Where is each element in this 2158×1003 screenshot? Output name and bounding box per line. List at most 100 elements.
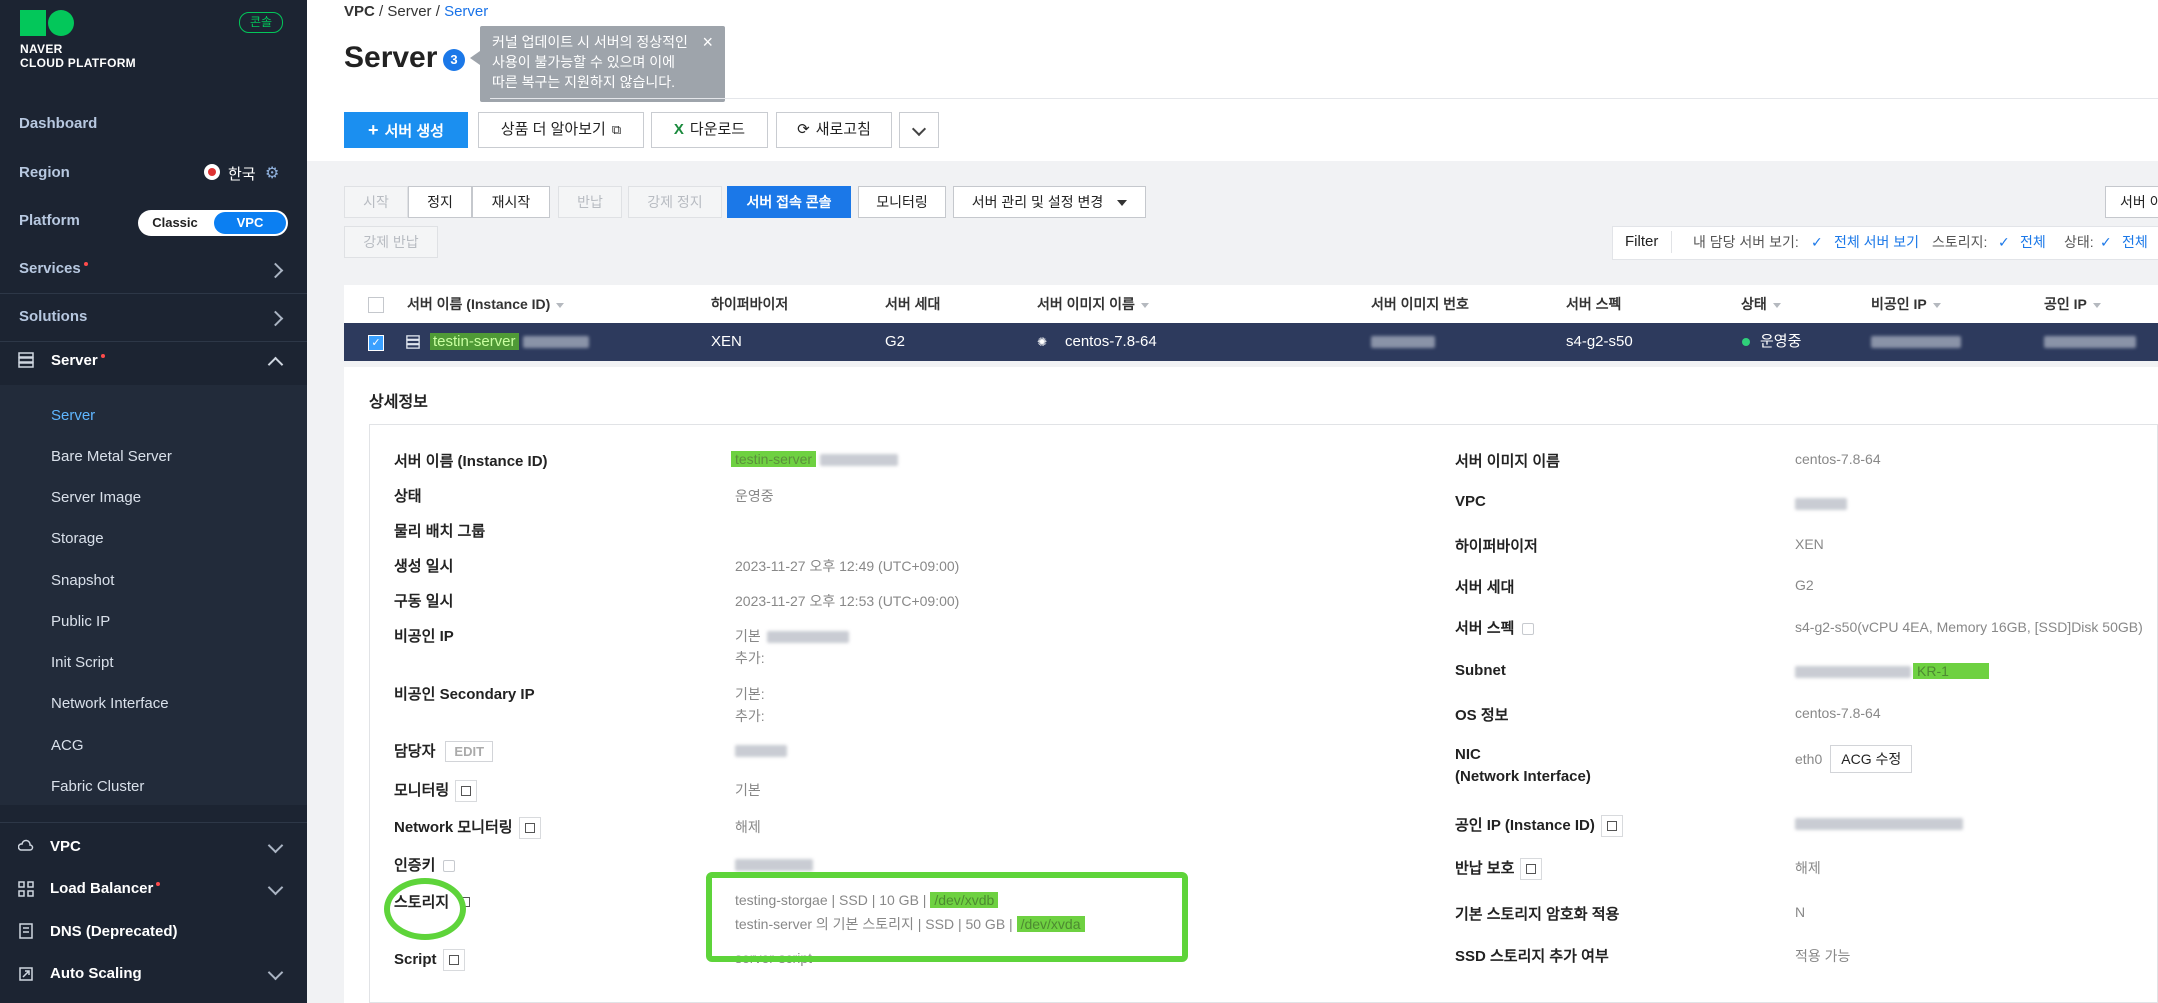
column-header-hypervisor: 하이퍼바이저 (711, 296, 789, 312)
detail-label-auth-key: 인증키 (394, 854, 456, 875)
platform-option-vpc[interactable]: VPC (214, 212, 286, 234)
all-servers-filter[interactable]: 전체 서버 보기 (1834, 227, 1919, 257)
chevron-down-icon[interactable] (267, 879, 284, 896)
new-dot-icon (156, 882, 161, 886)
platform-option-classic[interactable]: Classic (138, 210, 212, 236)
column-header-public-ip[interactable]: 공인 IP (2044, 285, 2101, 323)
detail-spec: s4-g2-s50(vCPU 4EA, Memory 16GB, [SSD]Di… (1795, 619, 2143, 635)
more-dropdown-button[interactable] (899, 112, 939, 148)
server-icon (18, 352, 34, 368)
row-checkbox[interactable]: ✓ (368, 335, 384, 351)
column-header-name[interactable]: 서버 이름 (Instance ID) (407, 285, 565, 323)
column-header-public-ip-label: 공인 IP (2044, 296, 2087, 312)
chevron-down-icon[interactable] (267, 837, 284, 854)
subnet-zone[interactable]: KR-1 (1913, 663, 1989, 679)
breadcrumb-vpc[interactable]: VPC (344, 3, 375, 20)
copy-icon[interactable] (1520, 858, 1543, 881)
vpc-cloud-icon (18, 839, 34, 851)
sidebar-item-dashboard[interactable]: Dashboard (19, 115, 97, 132)
console-badge[interactable]: 콘솔 (239, 12, 283, 33)
sidebar-item-solutions[interactable]: Solutions (19, 308, 87, 325)
breadcrumb-sep: / (435, 3, 440, 20)
return-button[interactable]: 반납 (558, 186, 622, 218)
sidebar-sub-public-ip[interactable]: Public IP (51, 613, 110, 630)
row-server-name[interactable]: testin-server (430, 323, 589, 361)
nic-value[interactable]: eth0 (1795, 751, 1822, 767)
caret-down-icon (1117, 200, 1128, 207)
sidebar-sub-fabric-cluster[interactable]: Fabric Cluster (51, 778, 144, 795)
divider (1671, 231, 1672, 253)
brand-logo[interactable]: NAVER CLOUD PLATFORM (20, 42, 136, 70)
sidebar-sub-init-script[interactable]: Init Script (51, 654, 114, 671)
restart-button[interactable]: 재시작 (472, 186, 550, 218)
start-button[interactable]: 시작 (344, 186, 408, 218)
monitoring-copy-icon[interactable] (455, 780, 478, 803)
sidebar-item-server[interactable]: Server (51, 352, 105, 369)
sidebar-sub-bare-metal[interactable]: Bare Metal Server (51, 448, 172, 465)
detail-private-ip: 기본 (735, 626, 849, 646)
storage-filter-value[interactable]: 전체 (2020, 227, 2046, 257)
sidebar-item-vpc[interactable]: VPC (50, 838, 81, 855)
server-console-button[interactable]: 서버 접속 콘솔 (727, 186, 851, 218)
close-icon[interactable]: × (702, 32, 713, 52)
region-value[interactable]: 한국 (228, 163, 256, 184)
filter-label[interactable]: Filter (1625, 227, 1658, 257)
breadcrumb-server[interactable]: Server (387, 3, 431, 20)
detail-label-spec: 서버 스펙 (1455, 617, 1535, 638)
row-public-ip (2044, 323, 2136, 361)
row-generation: G2 (885, 333, 906, 350)
sort-icon (2092, 302, 2101, 308)
column-header-image-name-label: 서버 이미지 이름 (1037, 296, 1135, 312)
brand-line2: CLOUD PLATFORM (20, 56, 136, 70)
sidebar-sub-storage[interactable]: Storage (51, 530, 104, 547)
sidebar-sub-server-image[interactable]: Server Image (51, 489, 141, 506)
force-stop-button[interactable]: 강제 정지 (628, 186, 722, 218)
column-header-status-label: 상태 (1741, 296, 1767, 312)
chevron-down-icon[interactable] (267, 964, 284, 981)
external-link-icon[interactable] (442, 949, 465, 971)
external-link-icon[interactable] (518, 817, 541, 840)
sidebar-item-dns[interactable]: DNS (Deprecated) (50, 923, 178, 940)
column-header-image-name[interactable]: 서버 이미지 이름 (1037, 285, 1149, 323)
chevron-right-icon[interactable] (267, 262, 284, 279)
detail-box (369, 424, 2158, 1003)
refresh-button[interactable]: ⟳ 새로고침 (776, 112, 892, 148)
stop-button[interactable]: 정지 (408, 186, 472, 218)
platform-toggle[interactable]: Classic VPC (138, 210, 288, 236)
select-all-checkbox[interactable] (368, 297, 384, 313)
create-server-button[interactable]: + 서버 생성 (344, 112, 468, 148)
sidebar-item-services[interactable]: Services (19, 260, 88, 277)
sidebar-sub-snapshot[interactable]: Snapshot (51, 572, 114, 589)
edit-owner-button[interactable]: EDIT (445, 741, 494, 762)
monitoring-button[interactable]: 모니터링 (858, 186, 946, 218)
table-row[interactable]: ✓ testin-server XEN G2 ✺ centos-7.8-64 s… (344, 323, 2158, 361)
storage-filter-label: 스토리지: (1932, 234, 1988, 250)
learn-more-button[interactable]: 상품 더 알아보기 ⧉ (478, 112, 644, 148)
server-count-badge[interactable]: 3 (443, 49, 465, 71)
sidebar-sub-server[interactable]: Server (51, 407, 95, 424)
force-return-button[interactable]: 강제 반납 (344, 226, 438, 258)
copy-icon[interactable] (1522, 623, 1535, 636)
copy-icon[interactable] (1600, 815, 1623, 838)
sidebar-sub-network-interface[interactable]: Network Interface (51, 695, 169, 712)
column-header-image-number: 서버 이미지 번호 (1371, 296, 1469, 312)
gear-icon[interactable]: ⚙ (265, 163, 279, 183)
detail-label-created: 생성 일시 (394, 558, 454, 575)
acg-edit-button[interactable]: ACG 수정 (1830, 745, 1913, 773)
server-extra-button[interactable]: 서버 이 (2105, 186, 2158, 218)
chevron-up-icon[interactable] (267, 356, 284, 373)
sidebar-item-auto-scaling[interactable]: Auto Scaling (50, 965, 142, 982)
server-manage-dropdown[interactable]: 서버 관리 및 설정 변경 (953, 186, 1146, 218)
check-icon: ✓ (1998, 234, 2010, 250)
column-header-status[interactable]: 상태 (1741, 285, 1781, 323)
excel-icon: X (673, 121, 684, 138)
status-filter-value[interactable]: 전체 (2122, 227, 2148, 257)
plus-icon: + (368, 120, 379, 140)
sidebar-sub-acg[interactable]: ACG (51, 737, 84, 754)
column-header-private-ip[interactable]: 비공인 IP (1871, 285, 1941, 323)
chevron-right-icon[interactable] (267, 310, 284, 327)
sidebar-item-load-balancer[interactable]: Load Balancer (50, 880, 161, 897)
download-button[interactable]: X 다운로드 (651, 112, 768, 148)
load-balancer-icon (18, 881, 34, 897)
copy-icon[interactable] (443, 860, 456, 873)
